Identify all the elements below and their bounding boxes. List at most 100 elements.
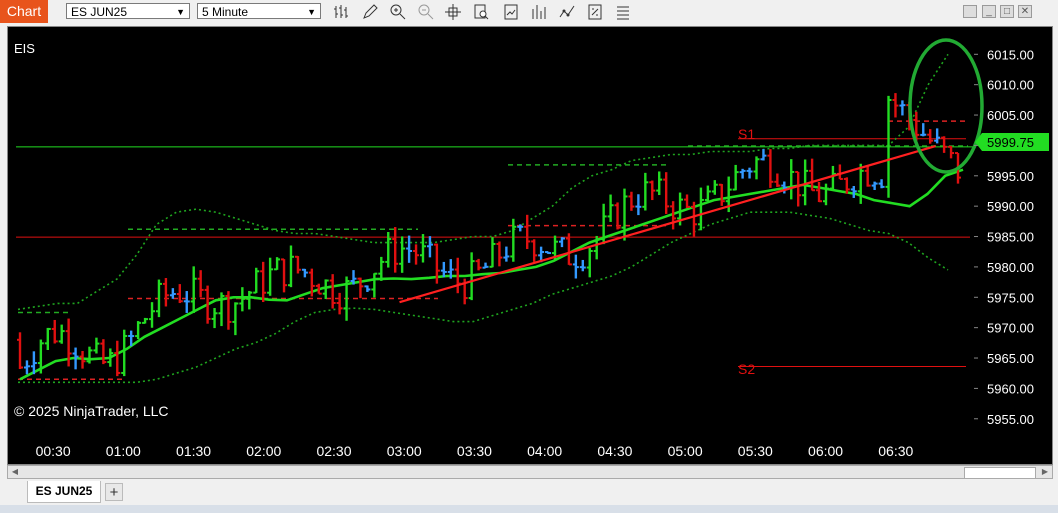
price-bar — [503, 246, 510, 262]
price-bar — [892, 93, 899, 118]
y-tick-label: 5955.00 — [987, 412, 1034, 427]
add-tab-icon[interactable]: + — [105, 483, 123, 501]
s2-label: S2 — [738, 361, 755, 377]
pencil-icon[interactable] — [361, 3, 379, 21]
price-bar — [336, 292, 343, 315]
price-bar — [267, 257, 274, 296]
price-bar — [135, 321, 142, 340]
tab-es-jun25[interactable]: ES JUN25 — [27, 481, 101, 503]
horizontal-scrollbar[interactable]: ◀ ▶ — [7, 465, 1053, 479]
price-bar — [114, 340, 121, 377]
price-bar — [218, 292, 225, 327]
y-tick-label: 5980.00 — [987, 260, 1034, 275]
price-bar — [934, 128, 941, 144]
y-tick-label: 6010.00 — [987, 78, 1034, 93]
strategies-icon[interactable] — [558, 3, 576, 21]
scrollbar-thumb[interactable] — [964, 467, 1036, 479]
current-price-value: 5999.75 — [987, 135, 1034, 150]
price-bar — [739, 168, 746, 179]
price-bar — [378, 256, 385, 281]
price-bar — [142, 317, 149, 324]
price-bar — [406, 235, 413, 263]
price-bar — [579, 259, 586, 272]
price-bar — [795, 170, 802, 207]
price-bar — [767, 149, 774, 188]
x-tick-label: 03:00 — [387, 443, 422, 459]
price-bar — [121, 329, 128, 377]
price-bar — [711, 180, 718, 195]
instrument-selector[interactable]: ES JUN25 ▼ — [66, 3, 190, 19]
price-bar — [927, 129, 934, 144]
chevron-down-icon: ▼ — [307, 7, 316, 17]
data-box-icon[interactable] — [472, 3, 490, 21]
price-bar — [17, 332, 23, 370]
price-bar — [565, 233, 572, 266]
price-bar — [586, 247, 593, 278]
y-tick-label: 5965.00 — [987, 351, 1034, 366]
window-icon[interactable] — [963, 5, 977, 18]
zoom-in-icon[interactable] — [389, 3, 407, 21]
price-bar — [246, 290, 253, 310]
price-bar — [836, 164, 843, 180]
price-bar — [753, 156, 760, 180]
indicators-icon[interactable] — [530, 3, 548, 21]
chevron-down-icon: ▼ — [176, 7, 185, 17]
price-bar — [746, 167, 753, 179]
zoom-out-icon[interactable] — [417, 3, 435, 21]
price-bar — [496, 241, 503, 267]
price-bar — [621, 188, 628, 241]
price-bar — [732, 164, 739, 191]
price-bar — [364, 285, 371, 292]
price-bar — [301, 268, 308, 278]
minimize-icon[interactable]: _ — [982, 5, 996, 18]
scroll-left-icon[interactable]: ◀ — [9, 466, 21, 478]
list-icon[interactable] — [614, 3, 632, 21]
x-tick-label: 04:30 — [597, 443, 632, 459]
price-bar — [864, 166, 871, 187]
x-tick-label: 01:30 — [176, 443, 211, 459]
price-bar — [197, 270, 204, 298]
price-bar — [857, 163, 864, 204]
price-bar — [663, 172, 670, 214]
y-tick-label: 5985.00 — [987, 230, 1034, 245]
close-icon[interactable]: ✕ — [1018, 5, 1032, 18]
price-bar — [948, 145, 955, 159]
copyright-label: © 2025 NinjaTrader, LLC — [14, 403, 169, 419]
y-tick-label: 5975.00 — [987, 290, 1034, 305]
crosshair-icon[interactable] — [444, 3, 462, 21]
price-bar — [183, 291, 190, 313]
y-tick-label: 5995.00 — [987, 169, 1034, 184]
price-bar — [697, 187, 704, 231]
bollinger-lower-band — [18, 211, 949, 384]
chart-style-icon[interactable] — [502, 3, 520, 21]
price-bar — [169, 288, 176, 299]
x-tick-label: 05:00 — [668, 443, 703, 459]
maximize-icon[interactable]: □ — [1000, 5, 1014, 18]
price-bar — [684, 194, 691, 209]
scroll-right-icon[interactable]: ▶ — [1039, 466, 1051, 478]
chart-window-tab[interactable]: Chart — [0, 0, 48, 23]
bars-type-icon[interactable] — [332, 3, 350, 21]
x-tick-label: 06:00 — [808, 443, 843, 459]
x-tick-label: 02:00 — [246, 443, 281, 459]
instrument-value: ES JUN25 — [71, 5, 128, 19]
x-tick-label: 03:30 — [457, 443, 492, 459]
trend-line — [399, 144, 936, 304]
y-tick-label: 5990.00 — [987, 199, 1034, 214]
price-bar — [788, 159, 795, 200]
x-tick-label: 00:30 — [36, 443, 71, 459]
price-bar — [718, 183, 725, 206]
price-bar — [419, 234, 426, 263]
price-chart[interactable]: EIS © 2025 NinjaTrader, LLC S1 S2 6015.0… — [8, 27, 1052, 464]
properties-icon[interactable] — [586, 3, 604, 21]
chart-panel[interactable]: EIS © 2025 NinjaTrader, LLC S1 S2 6015.0… — [7, 26, 1053, 465]
price-bar — [642, 172, 649, 211]
price-bar — [524, 214, 531, 250]
price-bar — [281, 258, 288, 293]
price-bar — [531, 239, 538, 262]
price-bar — [176, 284, 183, 304]
y-tick-label: 5960.00 — [987, 381, 1034, 396]
price-bar — [413, 244, 420, 265]
x-tick-label: 04:00 — [527, 443, 562, 459]
interval-selector[interactable]: 5 Minute ▼ — [197, 3, 321, 19]
